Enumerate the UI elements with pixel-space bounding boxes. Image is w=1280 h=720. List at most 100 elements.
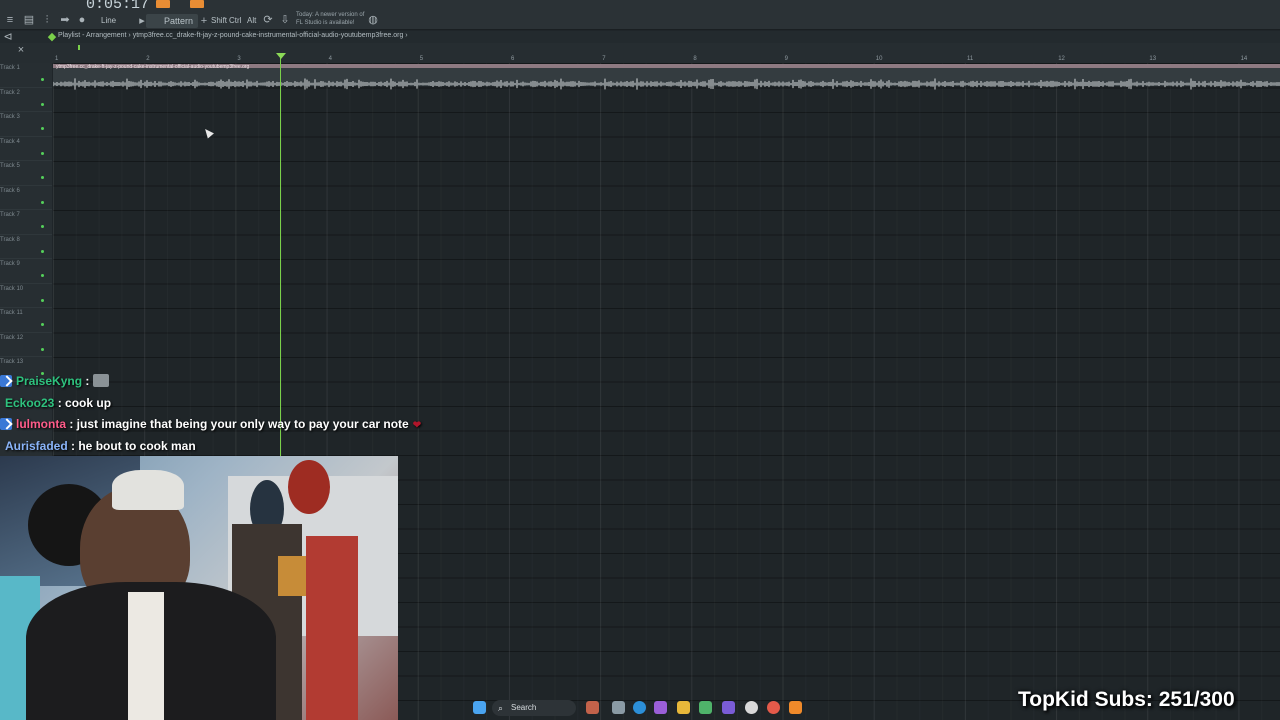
screen: ≡ ▤ ⫶ ➡ ● 0:05:17 Line ▸ Pattern 1 + Shi… [0, 0, 1280, 720]
chat-separator: : [82, 374, 90, 388]
playhead-marker[interactable] [276, 53, 286, 59]
chat-username[interactable]: PraiseKyng [16, 374, 82, 388]
tool-icons[interactable]: ⊲ [2, 31, 14, 43]
song-mode-button[interactable] [190, 0, 204, 8]
mixer-icon[interactable]: ▤ [23, 14, 35, 26]
file-explorer-icon[interactable] [677, 701, 690, 714]
track-mute-led[interactable] [41, 200, 44, 204]
track-mute-led[interactable] [41, 274, 44, 277]
task-view-icon[interactable] [612, 701, 625, 714]
track-header[interactable]: Track 1 [0, 63, 52, 88]
verified-badge-icon [0, 375, 12, 387]
ruler-bar-number: 3 [237, 56, 241, 62]
track-name: Track 1 [0, 65, 20, 71]
track-mute-led[interactable] [41, 176, 44, 179]
track-name: Track 10 [0, 285, 24, 292]
ctrl-key[interactable]: Ctrl [229, 16, 241, 25]
webcam-feed [0, 456, 398, 720]
chat-message: lulmonta : just imagine that being your … [0, 417, 421, 431]
track-mute-led[interactable] [41, 78, 44, 81]
arcade-cabinet-red [306, 536, 358, 720]
track-mute-led[interactable] [41, 347, 44, 351]
track-header[interactable]: Track 10 [0, 284, 52, 308]
download-icon[interactable]: ⇩ [279, 14, 291, 26]
track-name: Track 9 [0, 261, 20, 267]
track-name: Track 6 [0, 187, 20, 194]
copilot-icon[interactable] [654, 701, 667, 714]
channel-rack-icon[interactable]: ⫶ [41, 14, 53, 26]
chat-username[interactable]: lulmonta [16, 417, 66, 431]
track-mute-led[interactable] [41, 323, 44, 326]
ruler-bar-number: 12 [1058, 56, 1065, 62]
windows-taskbar: ⌕ Search [400, 696, 810, 720]
snap-mode-label[interactable]: Line [101, 16, 116, 25]
scroll-position-marker[interactable] [78, 45, 80, 50]
track-mute-led[interactable] [41, 127, 44, 130]
store-icon[interactable] [699, 701, 712, 714]
chat-message: Aurisfaded : he bout to cook man [0, 439, 196, 453]
time-display: 0:05:17 [86, 0, 150, 13]
chat-username[interactable]: Aurisfaded [0, 439, 68, 453]
menu-icon[interactable]: ≡ [4, 14, 16, 26]
ruler-bar-number: 6 [511, 56, 515, 62]
person-hat [112, 470, 184, 510]
ruler-bar-number: 11 [967, 56, 974, 62]
record-button[interactable] [156, 0, 170, 8]
microphone-icon[interactable]: ● [76, 14, 88, 26]
track-header[interactable]: Track 3 [0, 112, 52, 137]
waveform [53, 78, 1280, 90]
track-header[interactable]: Track 11 [0, 308, 52, 333]
arrow-right-icon[interactable]: ➡ [59, 14, 71, 26]
track-mute-led[interactable] [41, 298, 44, 302]
start-icon[interactable] [473, 701, 486, 714]
chat-text: : cook up [54, 396, 112, 410]
timeline-ruler[interactable]: × [0, 43, 1280, 63]
track-mute-led[interactable] [41, 225, 44, 228]
track-mute-led[interactable] [41, 249, 44, 253]
plus-icon[interactable]: + [198, 15, 210, 27]
person-shirt [128, 592, 164, 720]
track-name: Track 7 [0, 212, 20, 218]
track-header[interactable]: Track 7 [0, 210, 52, 235]
close-icon[interactable]: × [15, 44, 27, 56]
media-player-icon[interactable] [767, 701, 780, 714]
track-name: Track 13 [0, 359, 24, 365]
fl-studio-icon[interactable] [789, 701, 802, 714]
alt-key[interactable]: Alt [247, 16, 256, 25]
edge-icon[interactable] [633, 701, 646, 714]
track-header[interactable]: Track 2 [0, 88, 52, 112]
ruler-bar-number: 13 [1149, 56, 1157, 62]
track-header[interactable]: Track 6 [0, 186, 52, 210]
update-notice[interactable]: Today: A newer version of FL Studio is a… [296, 11, 366, 27]
track-header[interactable]: Track 5 [0, 161, 52, 186]
track-name: Track 8 [0, 236, 20, 243]
track-name: Track 3 [0, 114, 20, 120]
toolbar: ≡ ▤ ⫶ ➡ ● 0:05:17 Line ▸ Pattern 1 + Shi… [0, 0, 1280, 40]
pattern-selector[interactable]: Pattern 1 [146, 14, 198, 40]
widget-icon[interactable] [586, 701, 599, 714]
ruler-bar-number: 2 [146, 56, 150, 62]
globe-icon[interactable]: ◍ [367, 14, 379, 26]
chat-emote-icon [93, 374, 110, 387]
ruler-bar-number: 8 [693, 56, 697, 62]
clip-title: ytmp3free.cc_drake-ft-jay-z-pound-cake-i… [56, 64, 250, 70]
track-mute-led[interactable] [41, 151, 44, 155]
track-header[interactable]: Track 4 [0, 137, 52, 161]
track-header[interactable]: Track 9 [0, 259, 52, 284]
audio-clip[interactable]: ytmp3free.cc_drake-ft-jay-z-pound-cake-i… [53, 64, 1280, 90]
playhead-line[interactable] [280, 57, 281, 457]
refresh-icon[interactable]: ⟳ [262, 14, 274, 26]
shift-key[interactable]: Shift [211, 16, 227, 25]
chat-text: : just imagine that being your only way … [66, 417, 409, 431]
chat-text: : he bout to cook man [67, 439, 196, 453]
track-name: Track 4 [0, 138, 20, 145]
taskbar-search[interactable]: ⌕ Search [492, 700, 576, 716]
chat-username[interactable]: Eckoo23 [0, 396, 54, 410]
track-mute-led[interactable] [41, 102, 44, 106]
discord-icon[interactable] [722, 701, 735, 714]
chrome-icon[interactable] [745, 701, 758, 714]
track-header[interactable]: Track 12 [0, 333, 52, 357]
track-header[interactable]: Track 8 [0, 235, 52, 259]
playlist-header: ⊲ ◆ Playlist - Arrangement › ytmp3free.c… [0, 31, 1280, 43]
arrangement-icon[interactable]: ◆ [46, 31, 58, 43]
